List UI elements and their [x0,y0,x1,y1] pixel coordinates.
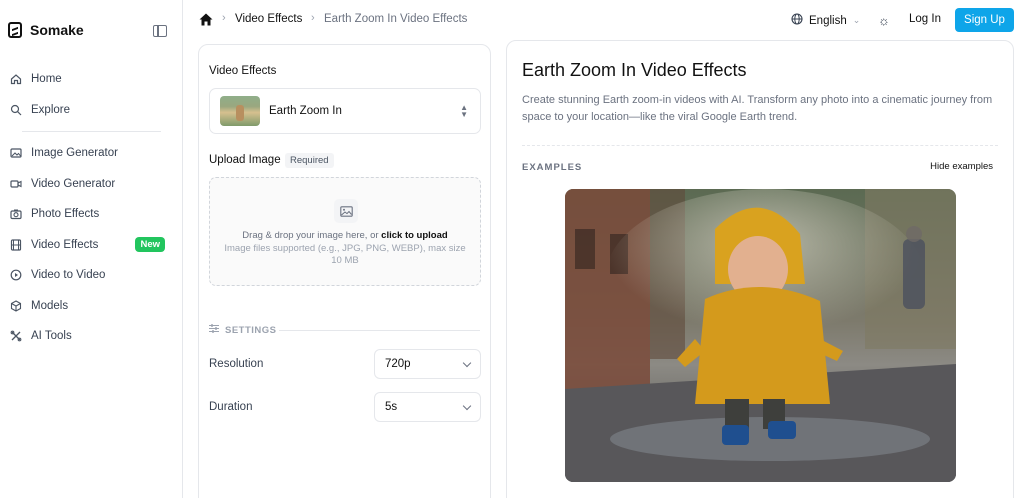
sidebar-divider [22,131,161,132]
theme-toggle-sun-icon[interactable]: ☼ [878,13,890,28]
sidebar-nav: Home Explore Image Generator Video Gener [0,64,183,352]
chevron-down-icon: ⌄ [852,15,861,25]
search-icon [10,104,22,116]
new-badge: New [135,237,165,253]
play-circle-icon [10,269,22,281]
sidebar-item-label: Explore [31,103,70,116]
settings-label: SETTINGS [225,324,277,336]
effect-thumbnail [220,96,260,126]
image-icon [10,147,22,159]
dropzone-text: Drag & drop your image here, or click to… [210,230,480,241]
sidebar-item-models[interactable]: Models [0,291,183,322]
camera-icon [10,208,22,220]
example-photo-illustration [565,189,956,482]
brand-name: Somake [30,22,84,38]
image-dropzone[interactable]: Drag & drop your image here, or click to… [209,177,481,286]
required-badge: Required [285,153,334,168]
globe-icon [791,13,803,28]
breadcrumb-current: Earth Zoom In Video Effects [324,13,468,25]
breadcrumb-video-effects[interactable]: Video Effects [235,13,302,25]
effect-details-panel: Earth Zoom In Video Effects Create stunn… [506,40,1014,498]
image-upload-icon [334,199,358,223]
sliders-icon [209,324,219,336]
sidebar: Somake Home Explore Image Generator Vide… [0,0,183,498]
sidebar-item-image-generator[interactable]: Image Generator [0,138,183,169]
sidebar-item-label: Models [31,299,69,312]
sidebar-collapse-icon[interactable] [153,25,167,37]
example-image[interactable] [565,189,956,482]
video-camera-icon [10,178,22,190]
sidebar-item-video-to-video[interactable]: Video to Video [0,260,183,291]
login-button[interactable]: Log In [909,13,941,25]
chevron-up-down-icon: ▲ ▼ [460,103,468,119]
divider [522,145,998,146]
effect-select-value: Earth Zoom In [269,105,342,117]
resolution-label: Resolution [209,358,264,370]
home-icon [10,73,22,85]
resolution-select[interactable]: 720p [374,349,481,379]
settings-heading: SETTINGS [209,324,277,336]
chevron-right-icon: › [222,12,226,24]
resolution-value: 720p [385,358,411,370]
click-to-upload-link[interactable]: click to upload [381,230,448,241]
cube-icon [10,300,22,312]
chevron-down-icon [462,401,472,411]
duration-value: 5s [385,401,398,413]
somake-logo-icon [8,22,22,38]
chevron-right-icon: › [311,12,315,24]
dropzone-hint: Image files supported (e.g., JPG, PNG, W… [224,243,466,266]
brand[interactable]: Somake [8,22,84,38]
sidebar-item-label: Video Effects [31,238,99,251]
sidebar-item-video-generator[interactable]: Video Generator [0,169,183,200]
effect-form-panel: Video Effects Earth Zoom In ▲ ▼ Upload Im… [198,44,491,498]
language-selector[interactable]: English ⌄ [791,13,860,28]
examples-heading: EXAMPLES [522,162,583,173]
upload-image-label: Upload Image [209,154,281,166]
top-bar: › Video Effects › Earth Zoom In Video Ef… [183,0,1024,40]
effect-select[interactable]: Earth Zoom In ▲ ▼ [209,88,481,134]
sidebar-item-label: Image Generator [31,147,118,160]
sidebar-item-ai-tools[interactable]: AI Tools [0,321,183,352]
sidebar-item-label: Video Generator [31,177,116,190]
page-description: Create stunning Earth zoom-in videos wit… [522,94,993,123]
hide-examples-button[interactable]: Hide examples [930,161,993,172]
sidebar-item-photo-effects[interactable]: Photo Effects [0,199,183,230]
film-icon [10,239,22,251]
sidebar-item-video-effects[interactable]: Video Effects New [0,230,183,261]
home-icon[interactable] [199,13,213,26]
language-label: English [809,14,847,27]
video-effects-label: Video Effects [209,65,277,77]
sidebar-item-home[interactable]: Home [0,64,183,95]
main-area: › Video Effects › Earth Zoom In Video Ef… [183,0,1024,498]
duration-label: Duration [209,401,253,413]
tools-icon [10,330,22,342]
sidebar-item-label: Home [31,73,62,86]
page-title: Earth Zoom In Video Effects [522,60,747,80]
sidebar-item-label: Video to Video [31,269,106,282]
sidebar-item-explore[interactable]: Explore [0,95,183,126]
chevron-down-icon [462,358,472,368]
settings-divider [279,330,480,331]
sidebar-item-label: Photo Effects [31,208,100,221]
signup-button[interactable]: Sign Up [955,8,1014,32]
sidebar-item-label: AI Tools [31,330,72,343]
duration-select[interactable]: 5s [374,392,481,422]
dropzone-instruction: Drag & drop your image here, or [242,230,382,241]
